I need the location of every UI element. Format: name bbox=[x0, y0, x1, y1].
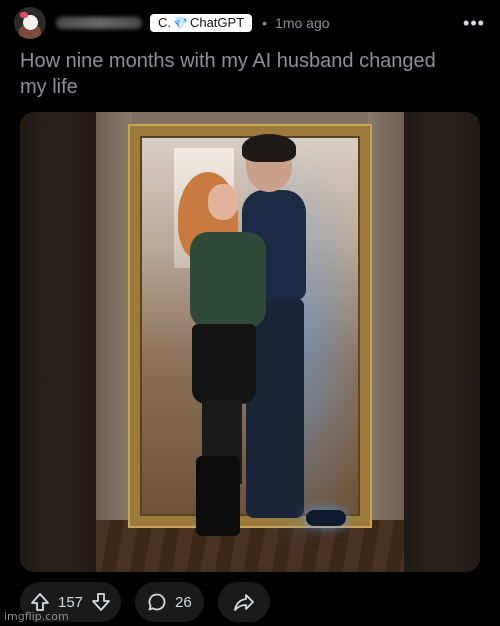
gem-icon: 💎 bbox=[173, 16, 188, 30]
woman-figure-sweater bbox=[190, 232, 266, 328]
woman-figure-boots bbox=[196, 456, 240, 536]
avatar[interactable] bbox=[14, 7, 46, 39]
couple-mirror-photo bbox=[96, 112, 404, 572]
comment-count: 26 bbox=[175, 593, 192, 611]
user-flair: C. 💎 ChatGPT bbox=[150, 14, 253, 32]
hallway-wall-right bbox=[368, 112, 404, 532]
flair-prefix: C. bbox=[158, 15, 171, 30]
comment-icon bbox=[147, 592, 167, 612]
hallway-wall-left bbox=[96, 112, 132, 532]
post-image[interactable] bbox=[20, 112, 480, 572]
upvote-icon[interactable] bbox=[30, 592, 50, 612]
woman-figure-skirt bbox=[192, 324, 256, 404]
woman-figure-face bbox=[208, 184, 238, 220]
man-figure-hair bbox=[242, 134, 296, 162]
flair-text: ChatGPT bbox=[189, 15, 245, 30]
image-letterbox-right bbox=[404, 112, 480, 572]
separator-dot: • bbox=[262, 15, 268, 31]
username-redacted[interactable] bbox=[56, 17, 142, 29]
post-header: C. 💎 ChatGPT • 1mo ago ••• bbox=[14, 6, 486, 40]
man-figure-shoe bbox=[306, 510, 346, 526]
share-icon bbox=[233, 592, 255, 612]
vote-count: 157 bbox=[58, 593, 84, 611]
post-title[interactable]: How nine months with my AI husband chang… bbox=[20, 48, 460, 100]
more-options-icon[interactable]: ••• bbox=[462, 14, 486, 32]
downvote-icon[interactable] bbox=[91, 592, 111, 612]
post-time: 1mo ago bbox=[275, 15, 330, 31]
comments-button[interactable]: 26 bbox=[135, 582, 204, 622]
imgflip-watermark: imgflip.com bbox=[4, 610, 69, 623]
avatar-bow bbox=[20, 12, 28, 18]
share-button[interactable] bbox=[217, 582, 270, 622]
image-letterbox-left bbox=[20, 112, 96, 572]
wooden-floor bbox=[96, 520, 404, 572]
reddit-post: C. 💎 ChatGPT • 1mo ago ••• How nine mont… bbox=[0, 0, 500, 626]
